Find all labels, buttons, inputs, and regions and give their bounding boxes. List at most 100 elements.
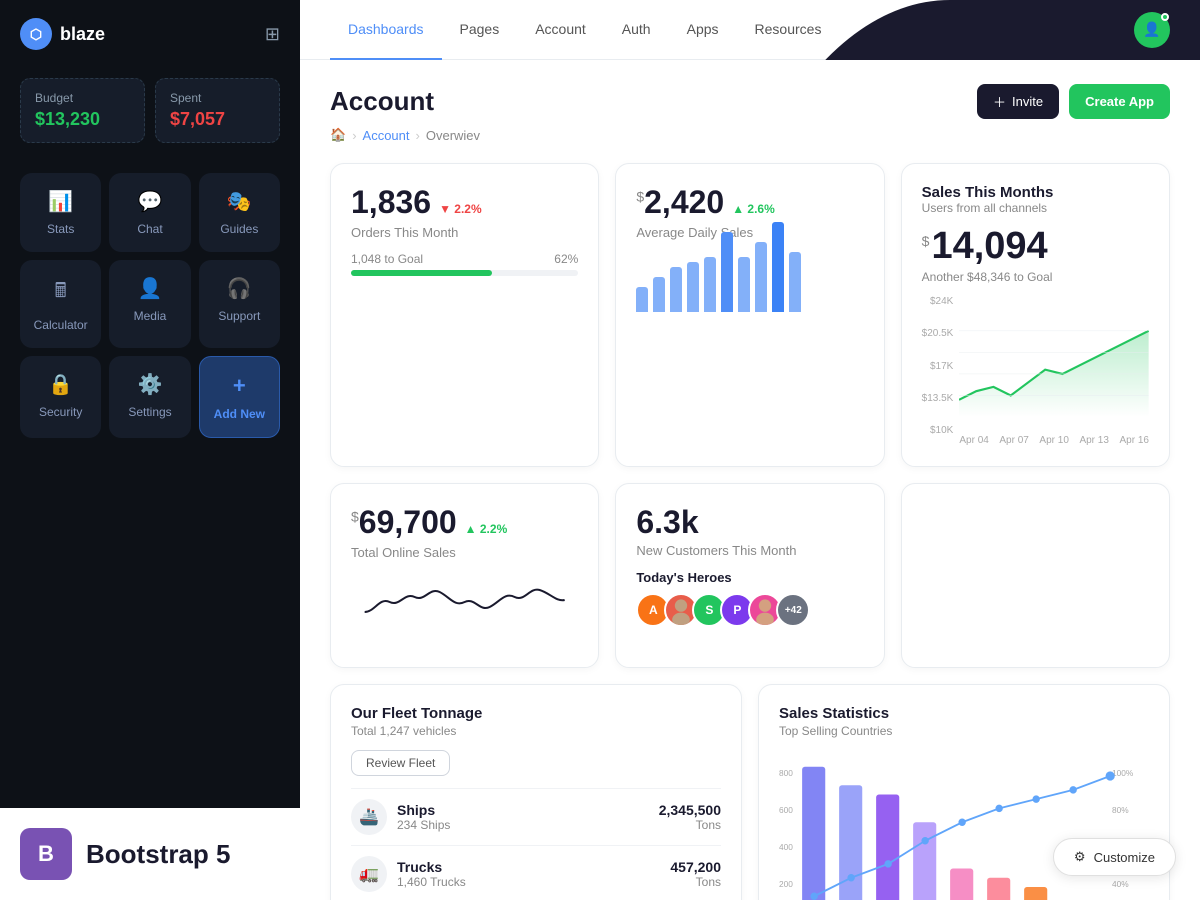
ships-icon: 🚢	[351, 799, 387, 835]
menu-icon[interactable]: ⊞	[265, 24, 280, 45]
bottom-grid: Our Fleet Tonnage Total 1,247 vehicles R…	[330, 684, 1170, 900]
page-title: Account	[330, 86, 434, 117]
svg-text:400: 400	[779, 842, 793, 852]
wavy-chart	[351, 572, 578, 642]
chat-icon: 💬	[138, 189, 163, 214]
svg-text:800: 800	[779, 768, 793, 778]
svg-text:40%: 40%	[1112, 879, 1129, 889]
bar-8	[755, 242, 767, 312]
svg-text:600: 600	[779, 805, 793, 815]
sales-month-title: Sales This Months	[922, 184, 1149, 201]
bar-9	[772, 222, 784, 312]
stats-row-1: 1,836 ▼ 2.2% Orders This Month 1,048 to …	[330, 163, 1170, 467]
sidebar-item-security[interactable]: 🔒 Security	[20, 356, 101, 438]
orders-number: 1,836	[351, 184, 431, 221]
sidebar-header: ⬡ blaze ⊞	[0, 0, 300, 68]
review-fleet-button[interactable]: Review Fleet	[351, 750, 450, 776]
bar-6	[721, 232, 733, 312]
line-chart-wrapper: $24K $20.5K $17K $13.5K $10K	[922, 296, 1149, 446]
progress-label: 1,048 to Goal	[351, 252, 423, 266]
progress-bar-fill	[351, 270, 492, 276]
x-axis-labels: Apr 04 Apr 07 Apr 10 Apr 13 Apr 16	[959, 435, 1149, 446]
nav-link-dashboards[interactable]: Dashboards	[330, 0, 442, 60]
create-app-button[interactable]: Create App	[1069, 84, 1170, 119]
bar-10	[789, 252, 801, 312]
page-actions: ＋ Invite Create App	[977, 84, 1170, 119]
chat-label: Chat	[137, 222, 162, 236]
ships-value: 2,345,500	[659, 802, 721, 818]
trucks-icon: 🚛	[351, 856, 387, 892]
nav-link-account[interactable]: Account	[517, 0, 604, 60]
stats-label: Stats	[47, 222, 74, 236]
daily-sales-label: Average Daily Sales	[636, 225, 863, 240]
sidebar-item-settings[interactable]: ⚙️ Settings	[109, 356, 190, 438]
sidebar-item-media[interactable]: 👤 Media	[109, 260, 190, 348]
sidebar: ⬡ blaze ⊞ Budget $13,230 Spent $7,057 📊 …	[0, 0, 300, 900]
sidebar-item-chat[interactable]: 💬 Chat	[109, 173, 190, 252]
fleet-card: Our Fleet Tonnage Total 1,247 vehicles R…	[330, 684, 742, 900]
user-avatar[interactable]: 👤	[1134, 12, 1170, 48]
daily-sales-card: $2,420 ▲ 2.6% Average Daily Sales	[615, 163, 884, 467]
daily-sales-badge: ▲ 2.6%	[732, 202, 775, 216]
search-button[interactable]: 🔍	[1086, 12, 1122, 48]
orders-badge: ▼ 2.2%	[439, 202, 482, 216]
nav-link-pages[interactable]: Pages	[442, 0, 518, 60]
support-label: Support	[218, 309, 260, 323]
mini-bar-chart	[636, 252, 863, 312]
settings-icon: ⚙️	[138, 372, 163, 397]
fleet-item-ships: 🚢 Ships 234 Ships 2,345,500 Tons	[351, 788, 721, 845]
page-area: Account ＋ Invite Create App 🏠 › Account …	[300, 60, 1200, 900]
logo-icon: ⬡	[20, 18, 52, 50]
ships-count: 234 Ships	[397, 818, 450, 832]
logo-text: blaze	[60, 24, 105, 45]
trucks-count: 1,460 Trucks	[397, 875, 466, 889]
spent-card: Spent $7,057	[155, 78, 280, 143]
nav-link-resources[interactable]: Resources	[737, 0, 840, 60]
sidebar-item-calculator[interactable]: 🖩 Calculator	[20, 260, 101, 348]
customers-label: New Customers This Month	[636, 543, 863, 558]
breadcrumb-account[interactable]: Account	[363, 128, 410, 143]
bar-2	[653, 277, 665, 312]
stats-row-2: $69,700 ▲ 2.2% Total Online Sales 6.3k N…	[330, 483, 1170, 668]
invite-button[interactable]: ＋ Invite	[977, 84, 1059, 119]
bar-5	[704, 257, 716, 312]
stats-icon: 📊	[48, 189, 73, 214]
svg-text:80%: 80%	[1112, 805, 1129, 815]
add-new-label: Add New	[214, 407, 265, 421]
media-icon: 👤	[138, 276, 163, 301]
sidebar-item-add-new[interactable]: + Add New	[199, 356, 280, 438]
sidebar-item-guides[interactable]: 🎭 Guides	[199, 173, 280, 252]
trucks-value: 457,200	[670, 859, 721, 875]
customize-button[interactable]: ⚙ Customize	[1053, 838, 1176, 876]
progress-pct: 62%	[554, 252, 578, 266]
top-nav-links: Dashboards Pages Account Auth Apps Resou…	[330, 0, 839, 60]
breadcrumb-overview: Overwiev	[426, 128, 480, 143]
media-label: Media	[134, 309, 167, 323]
top-nav: Dashboards Pages Account Auth Apps Resou…	[300, 0, 1200, 60]
sidebar-item-support[interactable]: 🎧 Support	[199, 260, 280, 348]
daily-sales-number: $2,420	[636, 184, 724, 221]
heroes-row: A S P +42	[636, 593, 863, 627]
nav-grid: 📊 Stats 💬 Chat 🎭 Guides 🖩 Calculator 👤 M…	[0, 163, 300, 448]
breadcrumb: 🏠 › Account › Overwiev	[330, 127, 1170, 143]
svg-text:100%: 100%	[1112, 768, 1134, 778]
nav-link-apps[interactable]: Apps	[669, 0, 737, 60]
bootstrap-text: Bootstrap 5	[86, 839, 230, 870]
fleet-title: Our Fleet Tonnage	[351, 705, 721, 722]
y-labels: $24K $20.5K $17K $13.5K $10K	[922, 296, 960, 436]
breadcrumb-home[interactable]: 🏠	[330, 127, 346, 143]
customers-number: 6.3k	[636, 504, 863, 541]
sales-goal: Another $48,346 to Goal	[922, 270, 1149, 284]
trucks-name: Trucks	[397, 859, 466, 875]
nav-link-auth[interactable]: Auth	[604, 0, 669, 60]
guides-label: Guides	[220, 222, 258, 236]
sidebar-item-stats[interactable]: 📊 Stats	[20, 173, 101, 252]
budget-card: Budget $13,230	[20, 78, 145, 143]
support-icon: 🎧	[227, 276, 252, 301]
trucks-unit: Tons	[670, 875, 721, 889]
bootstrap-badge: B Bootstrap 5	[0, 808, 300, 900]
hero-count: +42	[776, 593, 810, 627]
logo-area: ⬡ blaze	[20, 18, 105, 50]
online-dot	[1161, 13, 1169, 21]
svg-text:200: 200	[779, 879, 793, 889]
